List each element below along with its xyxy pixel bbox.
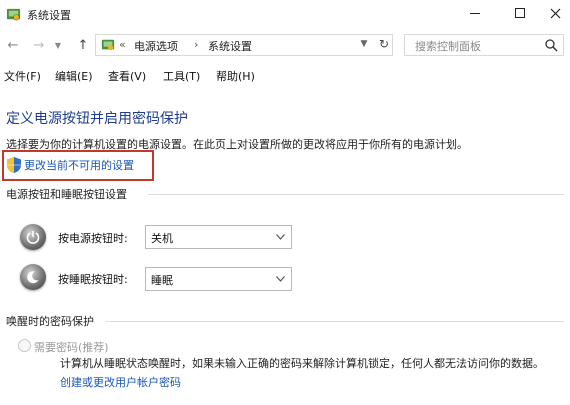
- up-button[interactable]: ↑: [74, 36, 92, 54]
- back-button[interactable]: ←: [4, 36, 22, 54]
- require-password-radio[interactable]: [18, 339, 31, 352]
- up-arrow-icon: ↑: [77, 37, 89, 53]
- navigation-bar: ← → ▼ ↑ « 电源选项 › 系统设置 搜索控制面板: [0, 28, 570, 62]
- close-button[interactable]: [540, 0, 570, 26]
- refresh-button[interactable]: ↻: [376, 35, 392, 53]
- title-bar: 系统设置: [0, 0, 570, 28]
- address-dropdown-button[interactable]: ▼: [357, 33, 371, 55]
- power-button-icon: [20, 224, 46, 250]
- sleep-button-select[interactable]: 睡眠: [145, 267, 292, 291]
- window-title: 系统设置: [27, 9, 71, 22]
- chevron-down-icon: [276, 234, 285, 240]
- refresh-icon: ↻: [378, 37, 390, 51]
- minimize-button[interactable]: [455, 0, 495, 26]
- page-title: 定义电源按钮并启用密码保护: [6, 111, 188, 127]
- breadcrumb-separator-icon: ›: [194, 38, 199, 51]
- group-divider: [106, 321, 564, 322]
- address-bar[interactable]: « 电源选项 › 系统设置: [95, 34, 393, 56]
- minimize-icon: [470, 12, 480, 14]
- menu-bar: 文件(F) 编辑(E) 查看(V) 工具(T) 帮助(H): [0, 64, 570, 86]
- menu-file[interactable]: 文件(F): [4, 68, 41, 84]
- close-icon: [550, 8, 560, 18]
- sleep-button-icon: [20, 264, 46, 290]
- search-placeholder: 搜索控制面板: [415, 40, 481, 53]
- menu-edit[interactable]: 编辑(E): [55, 68, 93, 84]
- require-password-label: 需要密码(推荐): [34, 341, 109, 354]
- power-button-select[interactable]: 关机: [145, 225, 292, 249]
- recent-locations-button[interactable]: ▼: [52, 36, 64, 54]
- search-icon[interactable]: [544, 38, 558, 52]
- menu-help[interactable]: 帮助(H): [216, 68, 255, 84]
- buttons-group-title: 电源按钮和睡眠按钮设置: [6, 186, 131, 202]
- maximize-icon: [515, 8, 525, 18]
- chevron-down-icon: ▼: [360, 39, 368, 49]
- control-panel-icon: [101, 39, 115, 51]
- forward-arrow-icon: →: [33, 37, 45, 53]
- breadcrumb-system-settings[interactable]: 系统设置: [208, 38, 252, 54]
- create-password-link[interactable]: 创建或更改用户帐户密码: [60, 374, 181, 390]
- power-button-label: 按电源按钮时:: [58, 232, 128, 245]
- forward-button[interactable]: →: [30, 36, 48, 54]
- chevron-down-icon: [276, 276, 285, 282]
- sleep-button-label: 按睡眠按钮时:: [58, 273, 128, 286]
- control-panel-icon: [6, 8, 21, 21]
- menu-view[interactable]: 查看(V): [108, 68, 146, 84]
- search-input[interactable]: 搜索控制面板: [404, 34, 564, 56]
- group-divider: [148, 194, 564, 195]
- back-arrow-icon: ←: [7, 37, 19, 53]
- uac-shield-icon: [7, 157, 21, 173]
- maximize-button[interactable]: [500, 0, 540, 26]
- password-group-title: 唤醒时的密码保护: [6, 313, 98, 329]
- menu-tools[interactable]: 工具(T): [163, 68, 200, 84]
- power-button-value: 关机: [151, 232, 173, 245]
- breadcrumb-power-options[interactable]: 电源选项: [134, 38, 178, 54]
- breadcrumb-overflow-icon[interactable]: «: [119, 38, 126, 51]
- sleep-button-value: 睡眠: [151, 274, 173, 287]
- change-unavailable-settings-link[interactable]: 更改当前不可用的设置: [24, 157, 134, 173]
- chevron-down-icon: ▼: [54, 40, 62, 50]
- require-password-description: 计算机从睡眠状态唤醒时，如果未输入正确的密码来解除计算机锁定，任何人都无法访问你…: [60, 357, 544, 370]
